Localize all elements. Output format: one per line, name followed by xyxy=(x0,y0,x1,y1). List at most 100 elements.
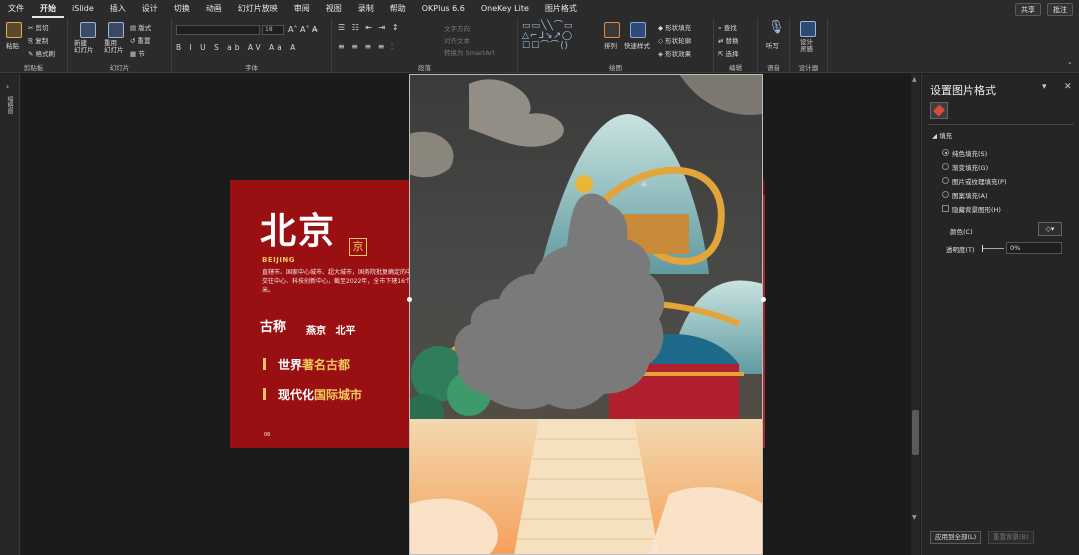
replace-label: 替换 xyxy=(725,37,739,45)
quick-styles-button[interactable]: 快速样式 xyxy=(624,40,650,50)
beijing-poster-image[interactable]: ✳ xyxy=(409,74,763,555)
menu-tab[interactable]: 审阅 xyxy=(286,0,318,18)
reset-button[interactable]: ↺ 重置 xyxy=(130,35,151,45)
transparency-slider[interactable] xyxy=(982,245,1004,252)
drawing-group-label: 绘图 xyxy=(609,64,622,72)
font-size-input[interactable]: 18 xyxy=(262,25,284,35)
picture-fill-label[interactable]: 图片或纹理填充(P) xyxy=(952,176,1007,186)
layout-button[interactable]: ▤ 版式 xyxy=(130,22,151,32)
font-size-buttons[interactable]: A˄ A˅ A̶ xyxy=(288,25,318,34)
shapes-gallery[interactable]: ▭▭╲╲⌒▭ △⌐ᒧ↘↗◯ ☐☐⌒⌒⟨⟩ xyxy=(522,21,573,51)
expand-chevron-icon[interactable]: › xyxy=(6,82,9,91)
align-buttons[interactable]: ≡ ≡ ≡ ≡ ⫶ xyxy=(338,42,395,52)
scroll-thumb[interactable] xyxy=(912,410,919,455)
copy-button[interactable]: ⎘ 复制 xyxy=(28,35,48,46)
quick-styles-icon[interactable] xyxy=(630,22,646,38)
editing-group: ⌕ 查找 ⇄ 替换 ⇱ 选择 编辑 xyxy=(714,18,758,73)
slide-title[interactable]: 北京 xyxy=(260,202,336,254)
menu-tab[interactable]: iSlide xyxy=(64,0,102,18)
bullet-item[interactable]: 世界著名古都 xyxy=(278,356,350,373)
comment-button[interactable]: 批注 xyxy=(1047,2,1073,16)
picture-fill-radio[interactable] xyxy=(942,177,949,184)
format-painter-button[interactable]: ✎ 格式刷 xyxy=(28,48,55,58)
text-direction-button[interactable]: 文字方向 xyxy=(444,23,470,33)
rotate-handle-icon[interactable]: ✳ xyxy=(640,180,648,191)
paste-button[interactable]: 粘贴 xyxy=(6,40,19,50)
gradient-fill-radio[interactable] xyxy=(942,163,949,170)
transparency-input[interactable]: 0% xyxy=(1006,242,1062,254)
share-button[interactable]: 共享 xyxy=(1015,2,1041,16)
menu-tab[interactable]: 动画 xyxy=(198,0,230,18)
slide-subtitle[interactable]: BEIJING xyxy=(262,256,295,264)
slide-canvas[interactable]: 北京 京 BEIJING 直辖市、国家中心城市、超大城市，国务院批复确定的中国政… xyxy=(21,74,911,555)
gradient-fill-label[interactable]: 渐变填充(G) xyxy=(952,162,988,172)
menu-tab[interactable]: 录制 xyxy=(350,0,382,18)
menu-tab[interactable]: OKPlus 6.6 xyxy=(414,0,473,18)
new-slide-icon[interactable] xyxy=(80,22,96,38)
menu-tab[interactable]: 设计 xyxy=(134,0,166,18)
hide-background-checkbox[interactable] xyxy=(942,205,949,212)
dictate-button[interactable]: 听写 xyxy=(766,40,779,50)
resize-handle-right[interactable] xyxy=(761,297,766,302)
pattern-fill-radio[interactable] xyxy=(942,191,949,198)
menu-tab[interactable]: 幻灯片放映 xyxy=(230,0,286,18)
ancient-name-label[interactable]: 古称 xyxy=(260,316,286,335)
menu-tab[interactable]: 图片格式 xyxy=(537,0,585,18)
shape-outline-button[interactable]: ◇ 形状轮廓 xyxy=(658,35,691,45)
solid-fill-label[interactable]: 纯色填充(S) xyxy=(952,148,987,158)
menu-tab[interactable]: 帮助 xyxy=(382,0,414,18)
scroll-up-icon[interactable]: ▲ xyxy=(912,76,917,83)
hide-background-label[interactable]: 隐藏背景图形(H) xyxy=(952,204,1001,214)
arrange-button[interactable]: 排列 xyxy=(604,40,617,50)
resize-handle-left[interactable] xyxy=(407,297,412,302)
thumbnail-label: 缩略图 xyxy=(6,96,13,114)
fill-color-button[interactable]: ◇▾ xyxy=(1038,222,1062,236)
menu-tab[interactable]: 切换 xyxy=(166,0,198,18)
section-button[interactable]: ▦ 节 xyxy=(130,48,145,58)
shape-effects-button[interactable]: ◈ 形状效果 xyxy=(658,48,691,58)
reuse-slide-icon[interactable] xyxy=(108,22,124,38)
find-button[interactable]: ⌕ 查找 xyxy=(718,22,737,33)
scroll-down-icon[interactable]: ▼ xyxy=(912,514,917,521)
fill-section-header[interactable]: ◢ 填充 xyxy=(932,130,952,140)
cut-label: 剪切 xyxy=(35,24,49,32)
pattern-fill-label[interactable]: 图案填充(A) xyxy=(952,190,988,200)
ancient-names[interactable]: 燕京 北平 xyxy=(306,322,355,337)
reset-background-button[interactable]: 重置背景(B) xyxy=(988,531,1034,544)
design-ideas-button[interactable]: 设计 灵感 xyxy=(800,39,813,53)
arrange-icon[interactable] xyxy=(604,22,620,38)
voice-group: 🎙 听写 语音 xyxy=(758,18,790,73)
bullet-white-text: 现代化 xyxy=(278,388,315,402)
select-button[interactable]: ⇱ 选择 xyxy=(718,48,739,58)
apply-to-all-button[interactable]: 应用到全部(L) xyxy=(930,531,982,544)
drawing-group: ▭▭╲╲⌒▭ △⌐ᒧ↘↗◯ ☐☐⌒⌒⟨⟩ 排列 快速样式 ◆ 形状填充 ◇ 形状轮廓… xyxy=(518,18,714,73)
font-name-input[interactable] xyxy=(176,25,260,35)
menu-tab[interactable]: 开始 xyxy=(32,0,64,18)
align-text-button[interactable]: 对齐文本 xyxy=(444,35,470,45)
replace-button[interactable]: ⇄ 替换 xyxy=(718,35,739,45)
font-style-buttons[interactable]: B I U S ab AV Aa A xyxy=(176,43,298,52)
bullet-item[interactable]: 现代化国际城市 xyxy=(278,386,362,403)
paste-icon[interactable] xyxy=(6,22,22,38)
cut-button[interactable]: ✂ 剪切 xyxy=(28,22,49,32)
menu-tab[interactable]: 插入 xyxy=(102,0,134,18)
pane-options-chevron-icon[interactable]: ▾ xyxy=(1042,82,1047,92)
powerpoint-window: 文件 开始 iSlide 插入 设计 切换 动画 幻灯片放映 审阅 视图 录制 帮助 OKPlus 6.… xyxy=(0,0,1079,555)
menu-tab[interactable]: 文件 xyxy=(0,0,32,18)
design-ideas-icon[interactable] xyxy=(800,21,816,37)
vertical-scrollbar[interactable]: ▲ ▼ xyxy=(911,74,920,555)
new-slide-button[interactable]: 新建 幻灯片 xyxy=(74,40,94,54)
color-label: 颜色(C) xyxy=(950,228,973,236)
list-buttons[interactable]: ☰ ☷ ⇤ ⇥ ↕ xyxy=(338,23,401,32)
reuse-slide-button[interactable]: 重用 幻灯片 xyxy=(104,40,124,54)
smartart-button[interactable]: 转换为 SmartArt xyxy=(444,47,495,57)
fill-line-tab-icon[interactable] xyxy=(930,102,948,119)
shape-fill-button[interactable]: ◆ 形状填充 xyxy=(658,22,691,32)
menu-tab[interactable]: 视图 xyxy=(318,0,350,18)
menu-tab[interactable]: OneKey Lite xyxy=(473,0,537,18)
thumbnail-pane-collapsed[interactable]: › 缩略图 xyxy=(0,74,20,555)
microphone-icon[interactable]: 🎙 xyxy=(768,20,785,35)
solid-fill-radio[interactable] xyxy=(942,149,949,156)
close-icon[interactable]: ✕ xyxy=(1064,82,1072,92)
collapse-ribbon-icon[interactable]: ˄ xyxy=(1068,62,1072,70)
